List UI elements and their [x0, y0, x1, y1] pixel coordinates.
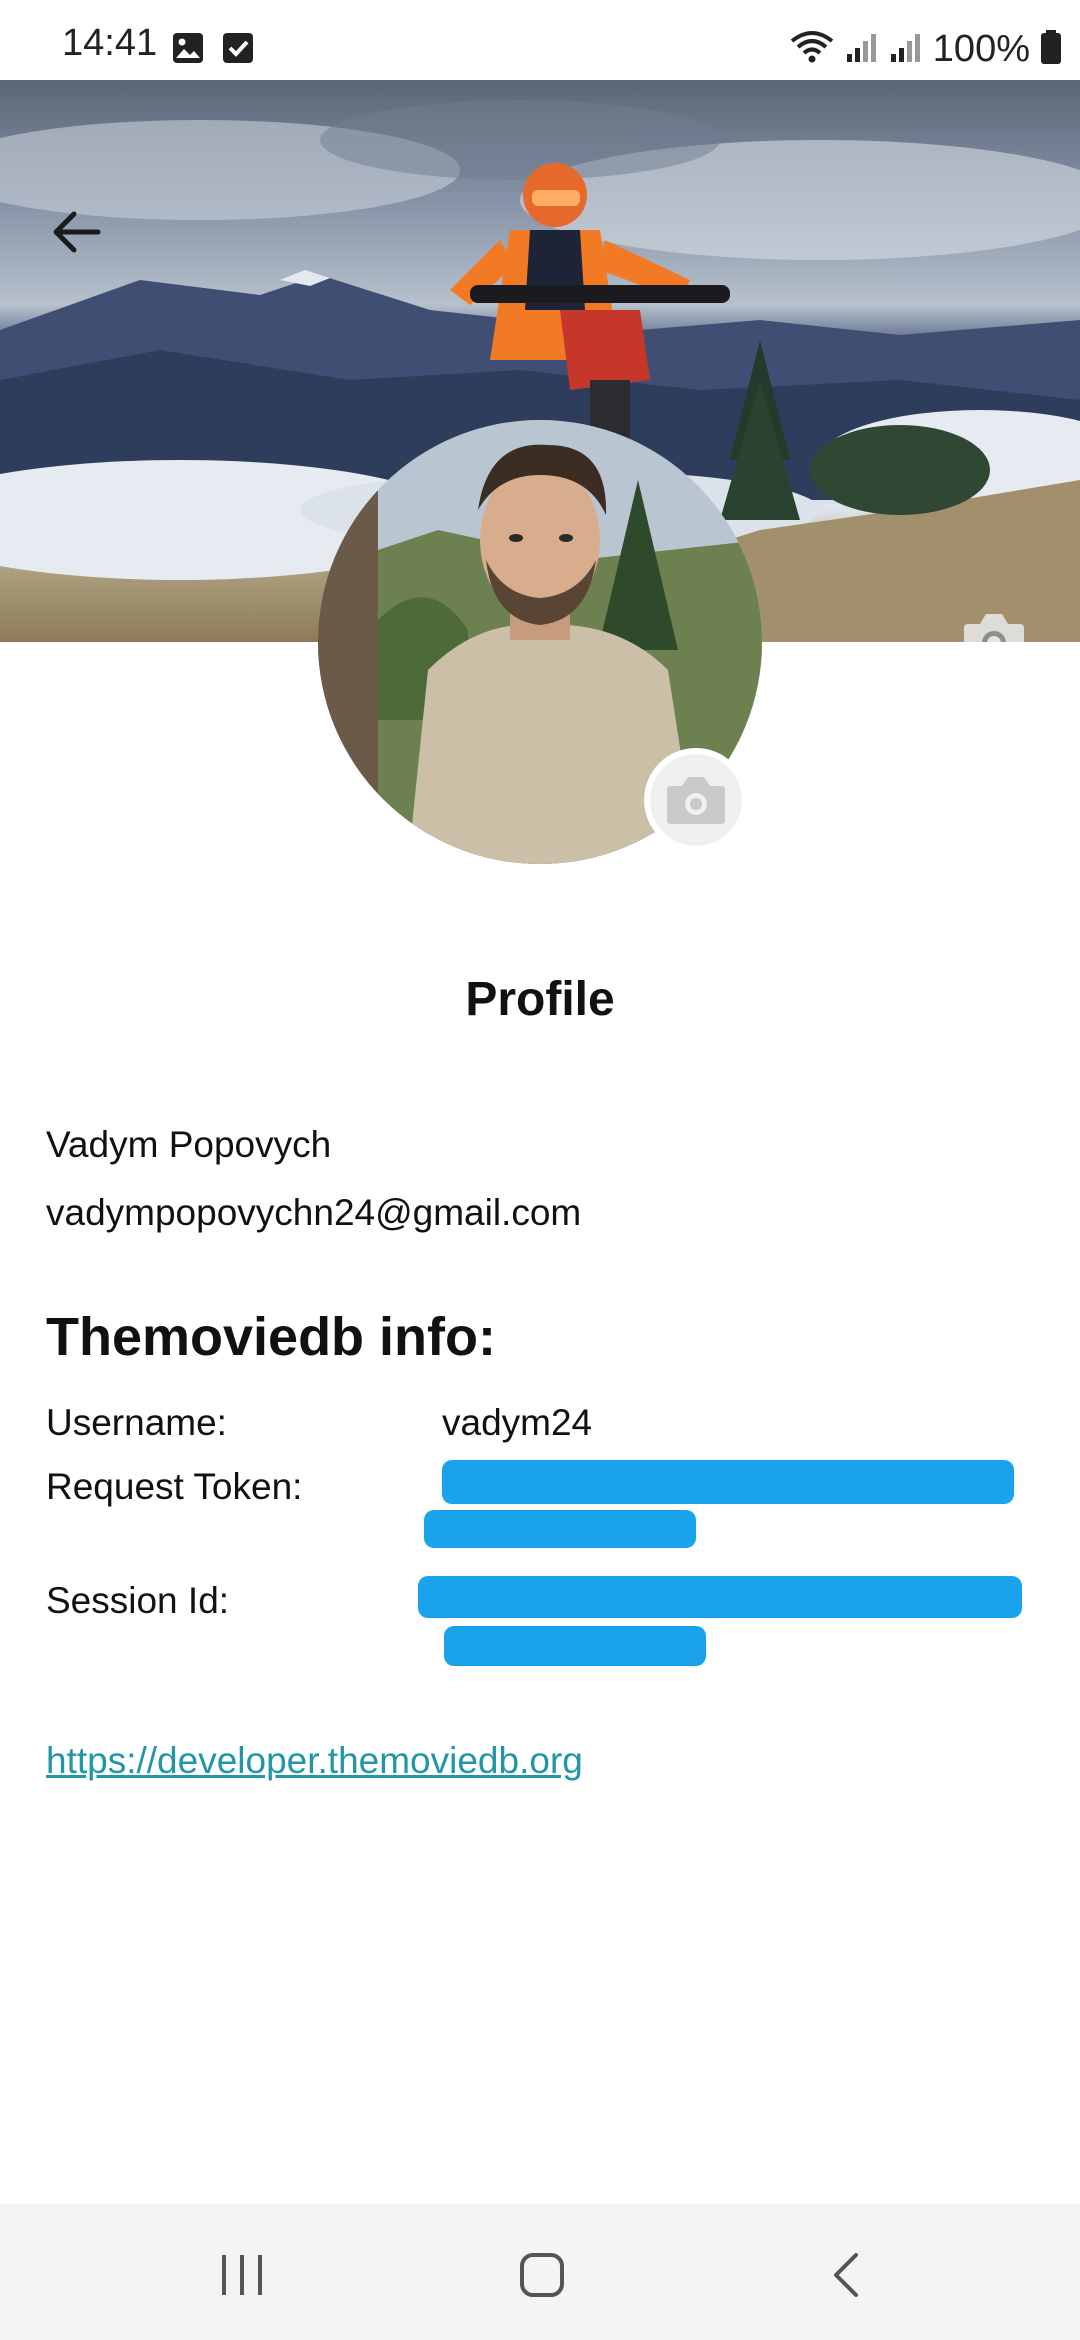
signal-icon — [845, 30, 879, 69]
status-bar: 14:41 100% — [0, 0, 1080, 80]
status-icons-left — [172, 32, 254, 69]
home-icon — [520, 2253, 564, 2297]
checkbox-icon — [222, 32, 254, 69]
request-token-redacted-line-2 — [424, 1510, 696, 1548]
session-id-redacted-line-2 — [444, 1626, 706, 1666]
arrow-left-icon — [53, 211, 101, 253]
page-title: Profile — [465, 973, 615, 1026]
username-value: vadym24 — [442, 1402, 593, 1443]
navigation-bar — [0, 2204, 1080, 2340]
username-label: Username: — [46, 1402, 227, 1443]
recents-icon — [222, 2255, 262, 2295]
camera-icon — [964, 614, 1024, 642]
change-avatar-button[interactable] — [644, 748, 748, 852]
wifi-icon — [789, 29, 835, 70]
tmdb-section-title: Themoviedb info: — [46, 1307, 496, 1367]
back-button[interactable] — [50, 210, 110, 270]
user-name: Vadym Popovych — [46, 1124, 332, 1165]
user-email: vadympopovychn24@gmail.com — [46, 1192, 582, 1233]
tmdb-developer-link[interactable]: https://developer.themoviedb.org — [46, 1740, 583, 1782]
request-token-redacted-line-1 — [442, 1460, 1014, 1504]
status-icons-right: 100% — [789, 28, 1062, 71]
home-button[interactable] — [502, 2240, 582, 2310]
battery-icon — [1040, 29, 1062, 70]
gallery-icon — [172, 32, 204, 69]
request-token-label: Request Token: — [46, 1466, 303, 1507]
battery-percentage: 100% — [932, 28, 1030, 70]
back-icon — [834, 2253, 858, 2297]
session-id-label: Session Id: — [46, 1580, 230, 1621]
change-cover-button[interactable] — [962, 610, 1026, 642]
signal-icon — [889, 30, 923, 69]
session-id-redacted-line-1 — [418, 1576, 1022, 1618]
profile-screen: 14:41 100% Profile Vadym Popovych vadymp… — [0, 0, 1080, 2340]
status-time: 14:41 — [62, 22, 158, 64]
recents-button[interactable] — [202, 2240, 282, 2310]
system-back-button[interactable] — [806, 2240, 886, 2310]
camera-icon — [667, 777, 725, 824]
